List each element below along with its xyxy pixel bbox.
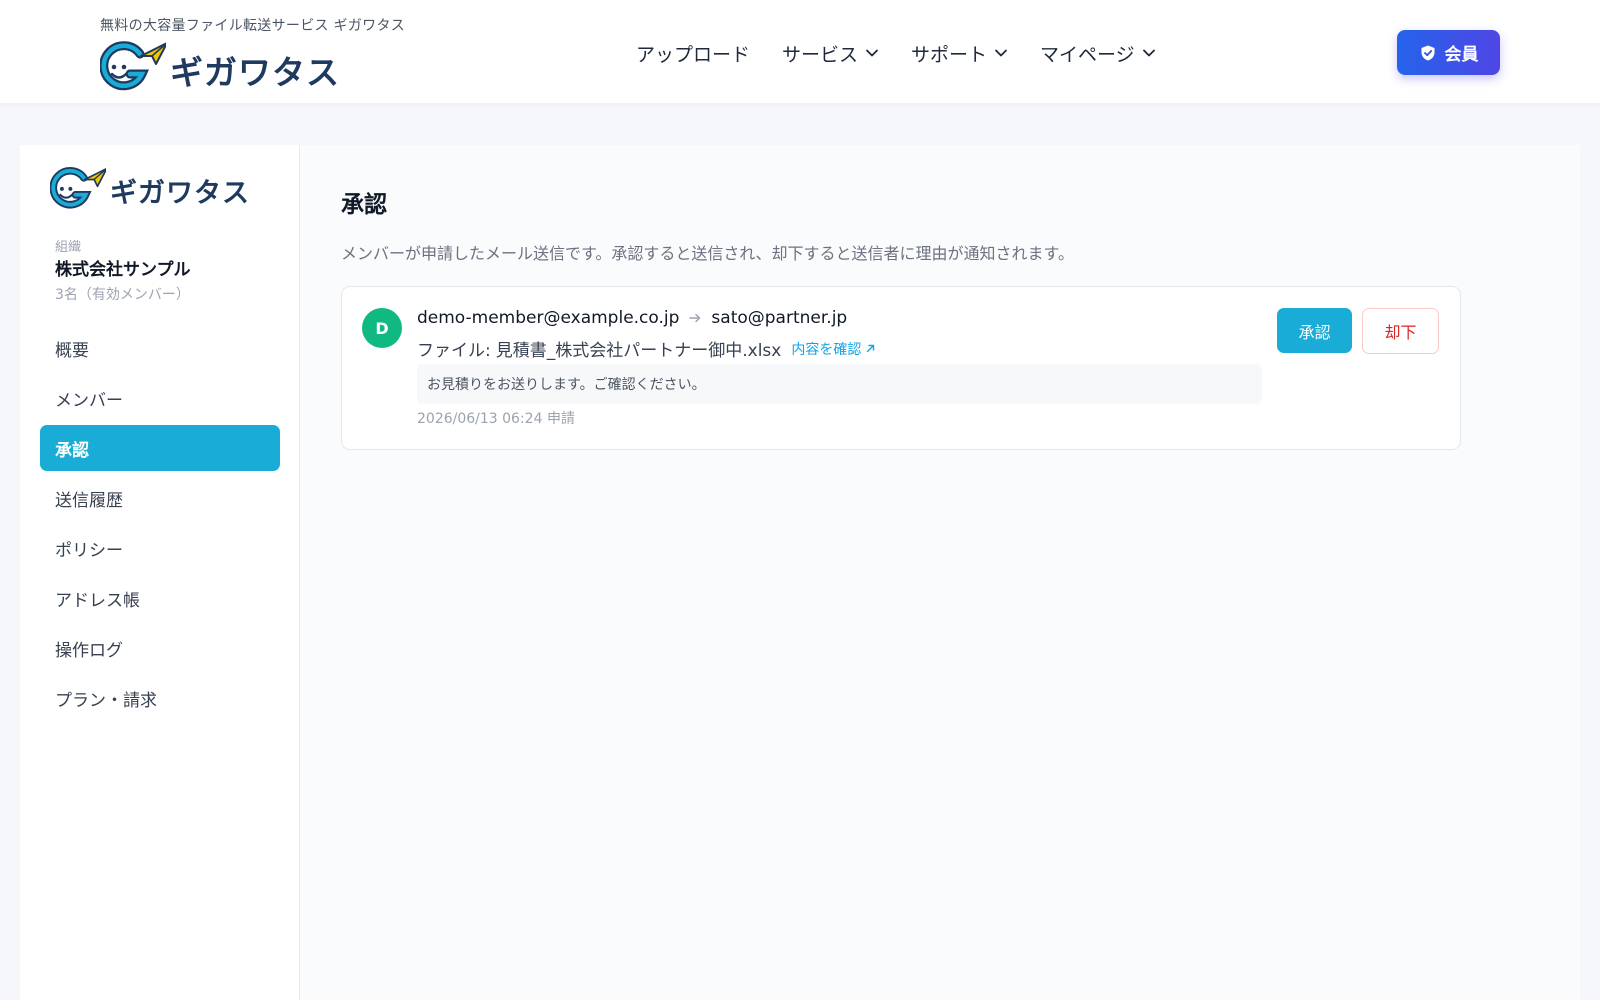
org-name: 株式会社サンプル <box>55 260 191 280</box>
sidebar-item-overview[interactable]: 概要 <box>40 325 280 371</box>
arrow-right-icon <box>689 313 701 323</box>
nav-label: マイページ <box>1040 43 1135 66</box>
sidebar-item-members[interactable]: メンバー <box>40 375 280 421</box>
check-content-link[interactable]: 内容を確認 <box>791 339 876 359</box>
request-timestamp: 2026/06/13 06:24 申請 <box>417 411 575 427</box>
mail-route: demo-member@example.co.jp sato@partner.j… <box>417 308 847 328</box>
external-link-icon <box>867 344 875 353</box>
site-logo[interactable]: ギガワタス <box>100 38 340 94</box>
sidebar-item-label: 操作ログ <box>55 640 123 661</box>
org-member-count: 3名（有効メンバー） <box>55 287 190 303</box>
approve-button[interactable]: 承認 <box>1277 308 1352 353</box>
check-link-label: 内容を確認 <box>791 341 862 358</box>
sidebar-item-label: アドレス帳 <box>55 590 140 611</box>
org-label: 組織 <box>55 240 82 255</box>
sidebar-brand-name: ギガワタス <box>110 178 250 209</box>
reject-button[interactable]: 却下 <box>1362 308 1439 354</box>
chevron-down-icon <box>1142 49 1155 57</box>
site-tagline: 無料の大容量ファイル転送サービス ギガワタス <box>100 18 406 34</box>
nav-service[interactable]: サービス <box>782 40 879 67</box>
sidebar-item-label: 承認 <box>55 440 89 461</box>
avatar: D <box>362 308 402 348</box>
member-button[interactable]: 会員 <box>1397 30 1500 75</box>
main-content: 承認 メンバーが申請したメール送信です。承認すると送信され、却下すると送信者に理… <box>300 145 1580 1000</box>
gigawatas-logo-icon <box>50 166 106 208</box>
gigawatas-logo-icon <box>100 41 166 91</box>
sidebar-item-plan-billing[interactable]: プラン・請求 <box>40 675 280 721</box>
main-nav: アップロード サービス サポート マイページ <box>636 36 1188 70</box>
approval-request-card: D demo-member@example.co.jp sato@partner… <box>341 286 1461 450</box>
chevron-down-icon <box>995 49 1007 57</box>
brand-name: ギガワタス <box>170 53 340 92</box>
nav-label: アップロード <box>636 43 751 66</box>
sidebar-logo[interactable]: ギガワタス <box>50 165 250 210</box>
nav-upload[interactable]: アップロード <box>636 40 750 67</box>
top-header: 無料の大容量ファイル転送サービス ギガワタス ギガワタス アップロード サービス… <box>0 0 1600 104</box>
sidebar-item-label: メンバー <box>55 390 123 411</box>
sidebar-item-send-history[interactable]: 送信履歴 <box>40 475 280 521</box>
file-prefix: ファイル: <box>417 341 491 361</box>
request-message: お見積りをお送りします。ご確認ください。 <box>417 364 1262 404</box>
file-name: 見積書_株式会社パートナー御中.xlsx <box>495 341 782 361</box>
nav-support[interactable]: サポート <box>911 40 1008 67</box>
nav-label: サービス <box>782 43 859 66</box>
sidebar-item-operation-log[interactable]: 操作ログ <box>40 625 280 671</box>
nav-mypage[interactable]: マイページ <box>1040 40 1156 67</box>
sidebar: ギガワタス 組織 株式会社サンプル 3名（有効メンバー） 概要 メンバー 承認 … <box>20 145 300 1000</box>
sidebar-menu: 概要 メンバー 承認 送信履歴 ポリシー アドレス帳 操作ログ プラン・請求 <box>40 325 280 725</box>
member-label: 会員 <box>1444 45 1479 65</box>
page-title: 承認 <box>341 192 387 218</box>
sidebar-item-address-book[interactable]: アドレス帳 <box>40 575 280 621</box>
file-info: ファイル: 見積書_株式会社パートナー御中.xlsx 内容を確認 <box>417 336 876 361</box>
page-description: メンバーが申請したメール送信です。承認すると送信され、却下すると送信者に理由が通… <box>341 244 1074 263</box>
sender-email: demo-member@example.co.jp <box>417 308 680 328</box>
nav-label: サポート <box>911 43 988 66</box>
recipient-email: sato@partner.jp <box>711 308 848 328</box>
sidebar-item-label: プラン・請求 <box>55 690 157 711</box>
sidebar-item-approval[interactable]: 承認 <box>40 425 280 471</box>
chevron-down-icon <box>866 49 878 57</box>
sidebar-item-label: 概要 <box>55 340 89 361</box>
sidebar-item-label: ポリシー <box>55 540 123 561</box>
sidebar-item-label: 送信履歴 <box>55 490 123 511</box>
shield-check-icon <box>1421 45 1434 60</box>
sidebar-item-policy[interactable]: ポリシー <box>40 525 280 571</box>
